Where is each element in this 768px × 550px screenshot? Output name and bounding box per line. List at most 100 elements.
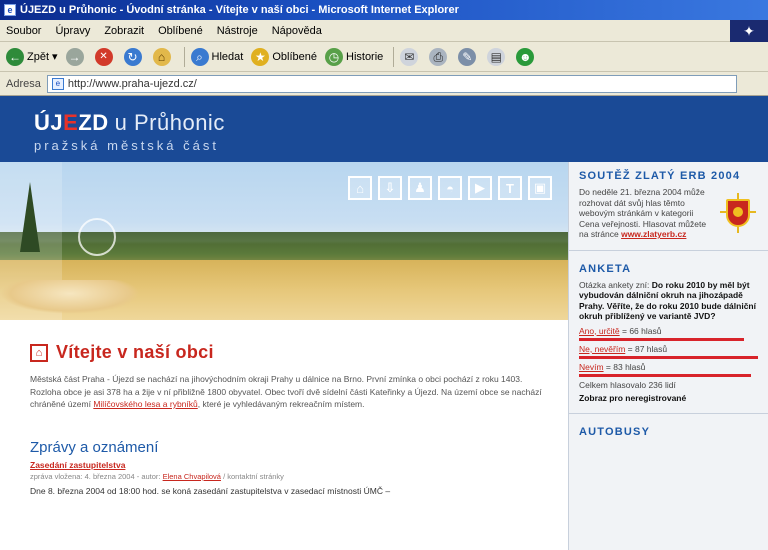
stop-button[interactable]: ✕ (94, 46, 116, 68)
window-title: ÚJEZD u Průhonic - Úvodní stránka - Víte… (20, 4, 459, 16)
window-icon[interactable]: ▣ (528, 176, 552, 200)
star-icon: ★ (251, 47, 270, 66)
coat-of-arms-icon (718, 193, 758, 237)
poll-result-bar (579, 355, 758, 359)
menu-soubor[interactable]: Soubor (6, 25, 41, 37)
welcome-heading: ⌂ Vítejte v naší obci (30, 342, 550, 363)
page-icon: e (51, 77, 64, 90)
person-icon[interactable]: ♟ (408, 176, 432, 200)
favorites-button-label: Oblíbené (272, 50, 317, 63)
sidebar: SOUTĚŽ ZLATÝ ERB 2004 Do neděle 21. břez… (568, 162, 768, 550)
home-button[interactable]: ⌂ (152, 46, 174, 68)
banner-ribbon (0, 280, 140, 314)
brand-town: u Průhonic (114, 110, 225, 135)
poll-results-link[interactable]: Zobraz pro neregistrované (579, 393, 758, 403)
poll-option-link[interactable]: Ne, nevěřím (579, 344, 625, 354)
mail-icon: ✉ (400, 47, 419, 66)
back-arrow-icon: ← (6, 47, 24, 66)
quick-nav: ⌂ ⇩ ♟ ◓ ▶ T ▣ (348, 176, 552, 200)
poll-result-bar (579, 373, 751, 377)
favorites-button[interactable]: ★ Oblíbené (251, 46, 317, 68)
address-label: Adresa (6, 77, 41, 90)
contest-text: Do neděle 21. března 2004 může rozhovat … (579, 187, 712, 240)
search-icon: ⌕ (190, 47, 209, 66)
messenger-icon: ☻ (516, 47, 535, 66)
home-icon[interactable]: ⌂ (348, 176, 372, 200)
intro-paragraph: Městská část Praha - Újezd se nachází na… (30, 373, 550, 411)
print-button[interactable]: ⎙ (429, 46, 450, 68)
poll-option-link[interactable]: Ano, určitě (579, 326, 620, 336)
edit-button[interactable]: ✎ (458, 46, 479, 68)
buses-title: AUTOBUSY (579, 425, 651, 438)
menu-nastroje[interactable]: Nástroje (217, 25, 258, 37)
news-item-title[interactable]: Zasedání zastupitelstva (30, 460, 550, 470)
ie-icon: e (4, 4, 16, 16)
address-input[interactable]: e http://www.praha-ujezd.cz/ (46, 74, 737, 93)
download-icon[interactable]: ⇩ (378, 176, 402, 200)
menu-zobrazit[interactable]: Zobrazit (104, 25, 144, 37)
brand-name-accent: E (63, 110, 79, 135)
discuss-button[interactable]: ▤ (487, 46, 508, 68)
news-meta-date: zpráva vložena: 4. března 2004 - autor: (30, 471, 161, 481)
history-button[interactable]: ◷ Historie (325, 46, 383, 68)
poll-box: ANKETA Otázka ankety zní: Do roku 2010 b… (569, 255, 768, 409)
refresh-button[interactable]: ↻ (123, 46, 145, 68)
play-icon[interactable]: ▶ (468, 176, 492, 200)
poll-result-bar (579, 337, 744, 341)
sidebar-divider (569, 249, 768, 251)
poll-option: Ano, určitě = 66 hlasů (579, 326, 758, 341)
toolbar-separator (183, 46, 185, 67)
landscape-banner: ⌂ ⇩ ♟ ◓ ▶ T ▣ (0, 162, 568, 320)
site-logo[interactable]: ÚJ E ZD u Průhonic (34, 110, 768, 136)
nature-reserve-link[interactable]: Milíčovského lesa a rybníků (93, 399, 197, 409)
toolbar: ← Zpět ▾ → ✕ ↻ ⌂ ⌕ Hledat ★ Oblíbené ◷ H… (0, 42, 768, 72)
news-meta: zpráva vložena: 4. března 2004 - autor: … (30, 472, 550, 481)
menu-bar: Soubor Úpravy Zobrazit Oblíbené Nástroje… (0, 20, 768, 42)
messenger-button[interactable]: ☻ (516, 46, 537, 68)
contest-title: SOUTĚŽ ZLATÝ ERB 2004 (579, 170, 741, 182)
brand-name-part1: ÚJ (34, 110, 64, 135)
history-button-label: Historie (346, 50, 384, 63)
forward-button[interactable]: → (65, 46, 87, 68)
refresh-icon: ↻ (123, 47, 142, 66)
printer-icon: ⎙ (429, 47, 448, 66)
back-button[interactable]: ← Zpět ▾ (6, 46, 58, 68)
buses-box: AUTOBUSY (569, 418, 768, 449)
poll-option-votes: 87 hlasů (634, 343, 668, 354)
news-meta-tail: / kontaktní stránky (223, 471, 284, 481)
brand-name-part2: ZD (78, 110, 109, 135)
sidebar-divider (569, 412, 768, 414)
news-author-link[interactable]: Elena Chvapilová (163, 472, 221, 481)
contest-link[interactable]: www.zlatyerb.cz (621, 229, 686, 239)
page-title: Vítejte v naší obci (56, 342, 214, 362)
intro-tail: , které je vyhledávaným rekreačním míste… (197, 399, 365, 409)
text-icon[interactable]: T (498, 176, 522, 200)
menu-upravy[interactable]: Úpravy (55, 25, 90, 37)
news-body: Dne 8. března 2004 od 18:00 hod. se koná… (30, 485, 391, 496)
poll-option-votes: 83 hlasů (613, 361, 646, 372)
poll-title: ANKETA (579, 262, 632, 275)
site-header: ÚJ E ZD u Průhonic pražská městská část (0, 96, 768, 162)
search-button[interactable]: ⌕ Hledat (190, 46, 244, 68)
brand-subtitle: pražská městská část (34, 138, 219, 153)
mail-button[interactable]: ✉ (400, 46, 421, 68)
news-section-title: Zprávy a oznámení (30, 438, 159, 456)
poll-total: Celkem hlasovalo 236 lidí (579, 379, 676, 390)
toolbar-separator (393, 46, 395, 67)
search-button-label: Hledat (211, 50, 244, 63)
tree-silhouette (20, 182, 40, 252)
menu-oblibene[interactable]: Oblíbené (158, 25, 203, 37)
home-icon: ⌂ (152, 47, 171, 66)
forward-arrow-icon: → (65, 47, 84, 66)
poll-option-link[interactable]: Nevím (579, 362, 604, 372)
poll-intro: Otázka ankety zní: (579, 279, 650, 290)
home-icon: ⌂ (30, 343, 48, 362)
address-bar: Adresa e http://www.praha-ujezd.cz/ (0, 72, 768, 96)
stop-icon: ✕ (94, 47, 113, 66)
menu-napoveda[interactable]: Nápověda (272, 25, 322, 37)
shield-icon[interactable]: ◓ (438, 176, 462, 200)
ring-ornament (78, 218, 116, 256)
discuss-icon: ▤ (487, 47, 506, 66)
edit-icon: ✎ (458, 47, 477, 66)
poll-option: Nevím = 83 hlasů (579, 362, 758, 377)
